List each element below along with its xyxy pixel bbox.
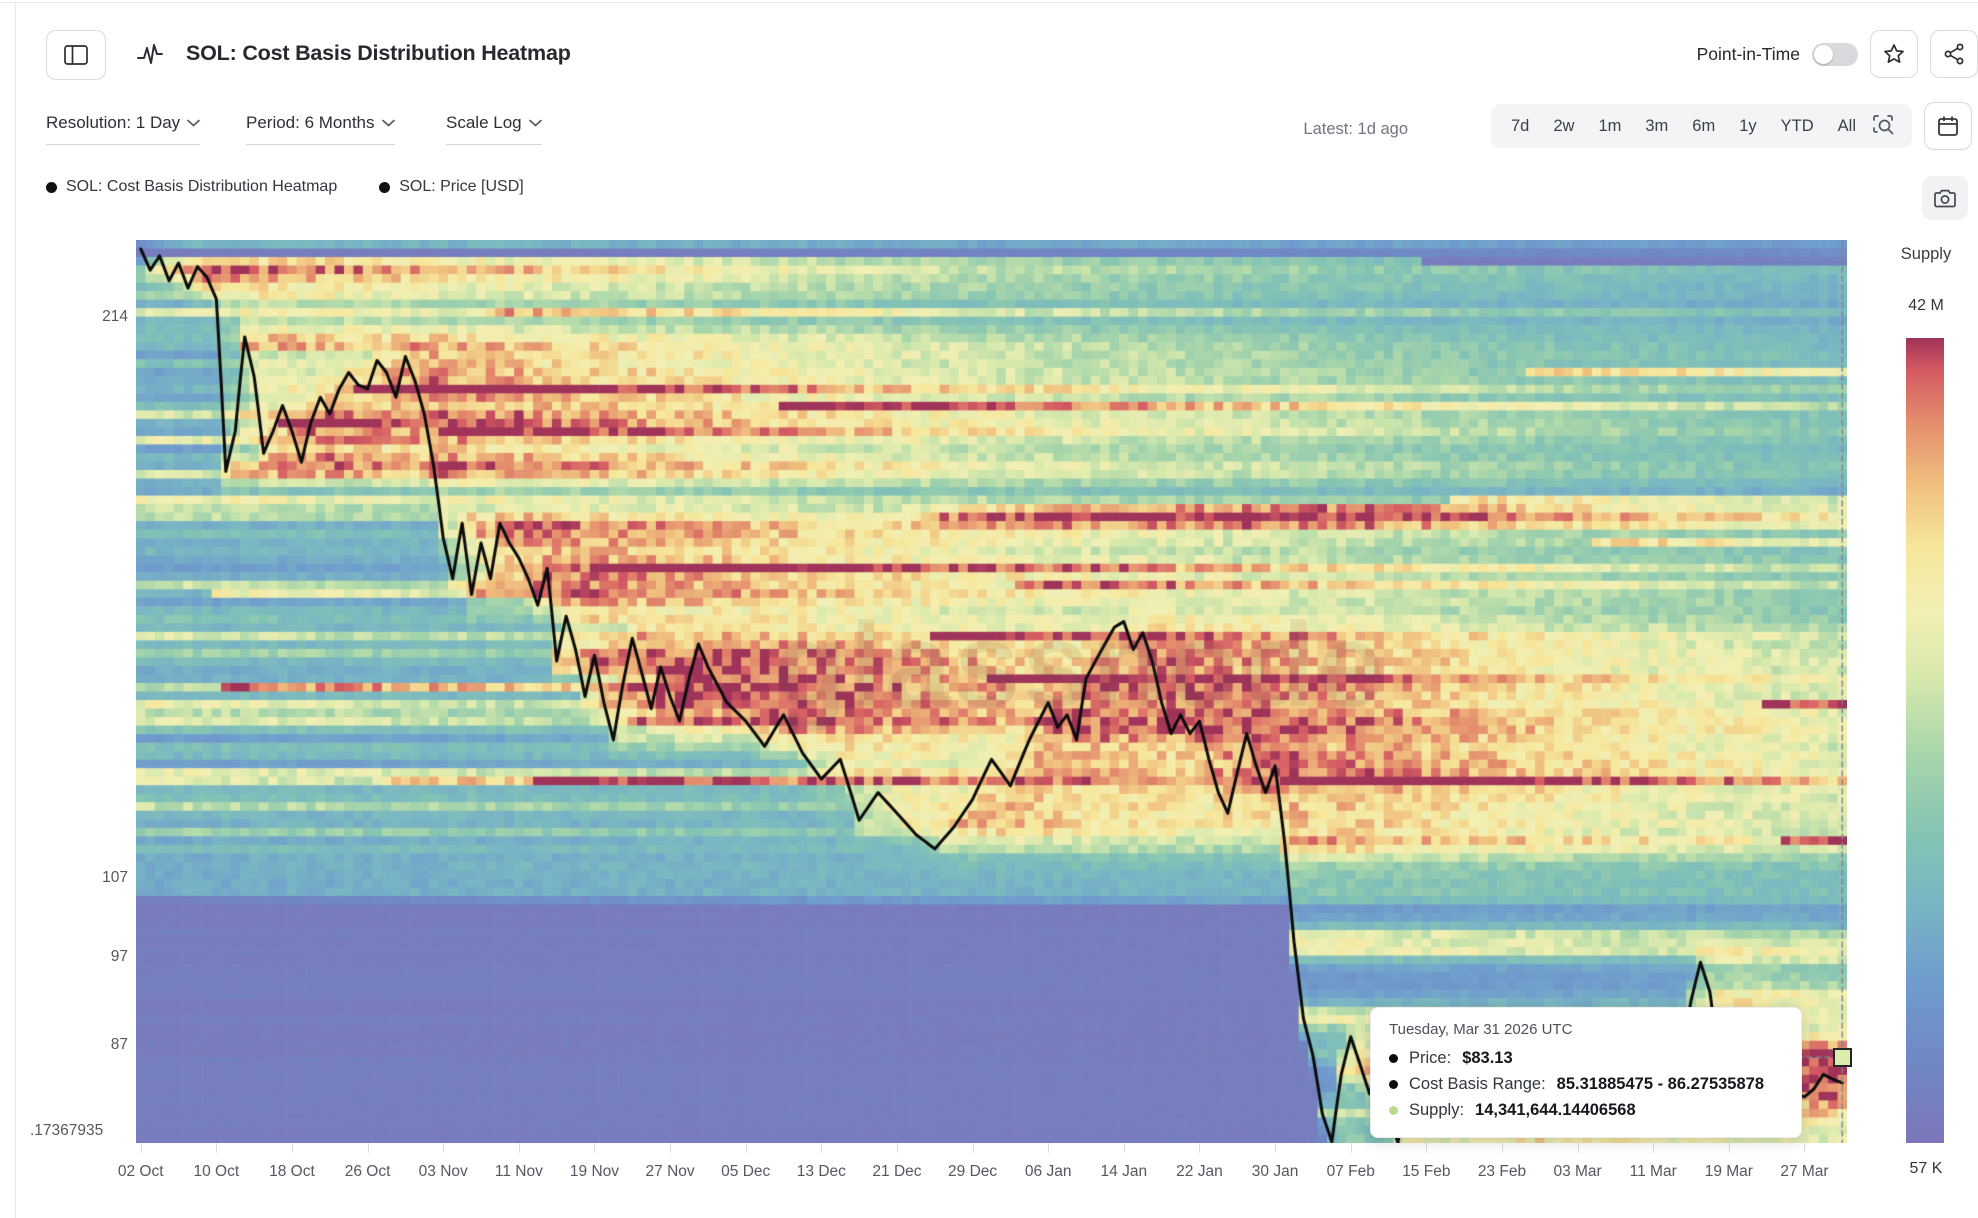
x-axis-tick xyxy=(519,1143,520,1153)
scale-dropdown[interactable]: Scale Log xyxy=(446,113,542,145)
y-axis-tick-label: 107 xyxy=(0,869,128,887)
period-dropdown[interactable]: Period: 6 Months xyxy=(246,113,395,145)
x-axis-tick xyxy=(443,1143,444,1153)
x-axis-tick xyxy=(141,1143,142,1153)
x-axis-tick xyxy=(1502,1143,1503,1153)
hovered-cell-marker xyxy=(1833,1048,1852,1067)
colorbar-min-label: 57 K xyxy=(1894,1160,1958,1178)
chevron-down-icon xyxy=(187,119,200,127)
share-button[interactable] xyxy=(1930,30,1978,78)
y-axis-tick-label: .17367935 xyxy=(30,1122,140,1140)
legend-item-price[interactable]: SOL: Price [USD] xyxy=(379,178,523,196)
point-in-time-toggle[interactable] xyxy=(1812,43,1858,66)
legend-bullet xyxy=(379,182,390,193)
sidebar-toggle-button[interactable] xyxy=(46,30,106,80)
chart-legend: SOL: Cost Basis Distribution Heatmap SOL… xyxy=(46,178,524,196)
tooltip-date: Tuesday, Mar 31 2026 UTC xyxy=(1389,1021,1783,1038)
x-axis-tick xyxy=(1048,1143,1049,1153)
range-button-1y[interactable]: 1y xyxy=(1727,104,1768,148)
x-axis-tick xyxy=(1351,1143,1352,1153)
tooltip-supply-row: Supply: 14,341,644.14406568 xyxy=(1389,1097,1783,1123)
y-axis-tick-label: 87 xyxy=(0,1036,128,1054)
x-axis-tick xyxy=(1804,1143,1805,1153)
range-button-all[interactable]: All xyxy=(1826,104,1868,148)
supply-colorbar xyxy=(1906,338,1944,1143)
pulse-icon xyxy=(136,41,164,67)
period-label: Period: 6 Months xyxy=(246,113,375,133)
legend-bullet xyxy=(46,182,57,193)
tooltip-price-row: Price: $83.13 xyxy=(1389,1045,1783,1071)
colorbar-max-label: 42 M xyxy=(1894,297,1958,315)
chevron-down-icon xyxy=(529,119,542,127)
range-button-1m[interactable]: 1m xyxy=(1586,104,1633,148)
chart-card: SOL: Cost Basis Distribution Heatmap Poi… xyxy=(0,0,1978,1218)
x-axis-tick xyxy=(1578,1143,1579,1153)
x-axis-tick xyxy=(897,1143,898,1153)
x-axis-tick xyxy=(594,1143,595,1153)
screenshot-button[interactable] xyxy=(1922,176,1968,220)
x-axis-tick-label: 27 Mar xyxy=(1759,1163,1849,1181)
range-button-3m[interactable]: 3m xyxy=(1633,104,1680,148)
tooltip-cost-basis-row: Cost Basis Range: 85.31885475 - 86.27535… xyxy=(1389,1071,1783,1097)
card-top-border xyxy=(0,2,1978,3)
x-axis-tick xyxy=(368,1143,369,1153)
x-axis-tick xyxy=(1199,1143,1200,1153)
x-axis-tick xyxy=(216,1143,217,1153)
resolution-dropdown[interactable]: Resolution: 1 Day xyxy=(46,113,200,145)
range-button-ytd[interactable]: YTD xyxy=(1769,104,1826,148)
hover-tooltip: Tuesday, Mar 31 2026 UTC Price: $83.13 C… xyxy=(1370,1007,1802,1138)
camera-icon xyxy=(1933,187,1957,209)
resolution-label: Resolution: 1 Day xyxy=(46,113,180,133)
sidebar-layout-icon xyxy=(64,45,88,65)
x-axis-tick xyxy=(973,1143,974,1153)
range-selector: 7d 2w 1m 3m 6m 1y YTD All xyxy=(1491,104,1912,148)
calendar-icon xyxy=(1936,114,1960,138)
chevron-down-icon xyxy=(382,119,395,127)
legend-label: SOL: Price [USD] xyxy=(399,178,523,196)
toggle-knob xyxy=(1814,45,1833,64)
x-axis-tick xyxy=(1653,1143,1654,1153)
y-axis-tick-label: 97 xyxy=(0,948,128,966)
scale-label: Scale Log xyxy=(446,113,522,133)
bullet-icon xyxy=(1389,1054,1398,1063)
x-axis-tick xyxy=(1729,1143,1730,1153)
x-axis-tick xyxy=(1124,1143,1125,1153)
share-icon xyxy=(1942,42,1966,66)
x-axis-tick xyxy=(746,1143,747,1153)
bullet-icon xyxy=(1389,1080,1398,1089)
zoom-select-icon[interactable] xyxy=(1872,114,1896,138)
point-in-time-label: Point-in-Time xyxy=(1697,44,1800,65)
star-icon xyxy=(1882,42,1906,66)
favorite-button[interactable] xyxy=(1870,30,1918,78)
latest-status: Latest: 1d ago xyxy=(1303,120,1408,139)
legend-item-heatmap[interactable]: SOL: Cost Basis Distribution Heatmap xyxy=(46,178,337,196)
bullet-icon xyxy=(1389,1106,1398,1115)
x-axis-tick xyxy=(292,1143,293,1153)
x-axis-tick xyxy=(821,1143,822,1153)
calendar-button[interactable] xyxy=(1924,102,1972,150)
range-button-7d[interactable]: 7d xyxy=(1499,104,1541,148)
y-axis-tick-label: 214 xyxy=(0,308,128,326)
range-button-2w[interactable]: 2w xyxy=(1541,104,1586,148)
range-button-6m[interactable]: 6m xyxy=(1680,104,1727,148)
legend-label: SOL: Cost Basis Distribution Heatmap xyxy=(66,178,337,196)
x-axis-tick xyxy=(1426,1143,1427,1153)
x-axis-tick xyxy=(670,1143,671,1153)
page-title: SOL: Cost Basis Distribution Heatmap xyxy=(186,41,571,66)
x-axis-tick xyxy=(1275,1143,1276,1153)
colorbar-title: Supply xyxy=(1894,245,1958,264)
